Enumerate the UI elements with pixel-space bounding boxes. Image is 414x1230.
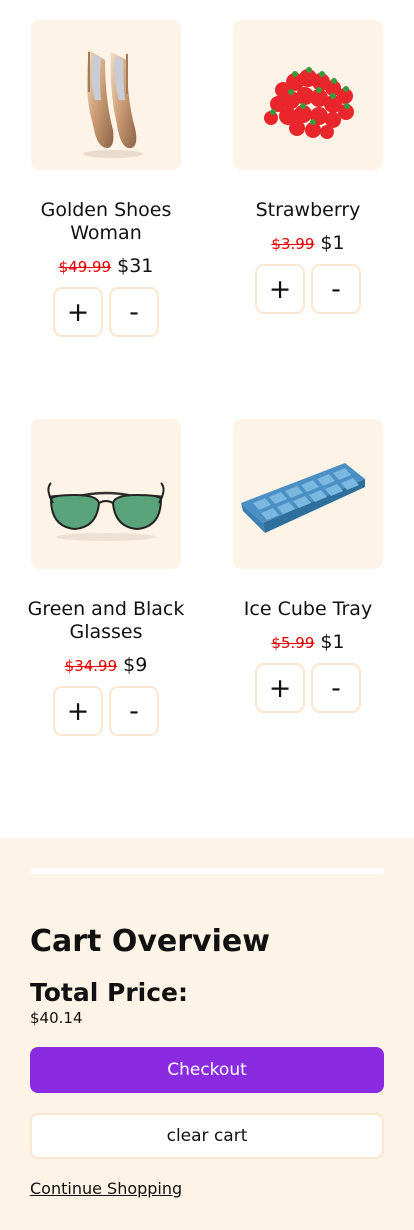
- new-price: $1: [320, 631, 345, 653]
- new-price: $9: [123, 654, 148, 676]
- decrease-quantity-button[interactable]: -: [311, 663, 361, 713]
- product-image-ice-cube-tray: [233, 419, 383, 569]
- new-price: $1: [320, 232, 345, 254]
- product-image-golden-shoes: [31, 20, 181, 170]
- product-prices: $3.99 $1: [207, 231, 409, 255]
- decrease-quantity-button[interactable]: -: [109, 686, 159, 736]
- product-name: Strawberry: [255, 199, 361, 221]
- quantity-controls: + -: [5, 287, 207, 337]
- decrease-quantity-button[interactable]: -: [311, 264, 361, 314]
- increase-quantity-button[interactable]: +: [255, 264, 305, 314]
- increase-quantity-button[interactable]: +: [53, 686, 103, 736]
- product-prices: $49.99 $31: [5, 254, 207, 278]
- clear-cart-button[interactable]: clear cart: [30, 1113, 384, 1159]
- product-image-strawberries: [233, 20, 383, 170]
- increase-quantity-button[interactable]: +: [53, 287, 103, 337]
- decrease-quantity-button[interactable]: -: [109, 287, 159, 337]
- product-grid: Golden Shoes Woman $49.99 $31 + - Strawb…: [0, 0, 414, 838]
- product-prices: $5.99 $1: [207, 630, 409, 654]
- product-card: Strawberry $3.99 $1 + -: [207, 20, 409, 314]
- product-image-sunglasses: [31, 419, 181, 569]
- checkout-button[interactable]: Checkout: [30, 1047, 384, 1093]
- quantity-controls: + -: [207, 264, 409, 314]
- product-name: Golden Shoes Woman: [40, 199, 172, 244]
- old-price: $49.99: [58, 258, 112, 276]
- product-card: Green and Black Glasses $34.99 $9 + -: [5, 419, 207, 736]
- product-card: Ice Cube Tray $5.99 $1 + -: [207, 419, 409, 713]
- cart-overview-panel: Cart Overview Total Price: $40.14 Checko…: [0, 838, 414, 1230]
- product-prices: $34.99 $9: [5, 653, 207, 677]
- total-price-value: $40.14: [30, 1009, 83, 1027]
- old-price: $3.99: [271, 235, 315, 253]
- product-card: Golden Shoes Woman $49.99 $31 + -: [5, 20, 207, 337]
- quantity-controls: + -: [207, 663, 409, 713]
- increase-quantity-button[interactable]: +: [255, 663, 305, 713]
- product-name: Ice Cube Tray: [243, 598, 373, 620]
- cart-title: Cart Overview: [30, 924, 270, 959]
- quantity-controls: + -: [5, 686, 207, 736]
- product-name: Green and Black Glasses: [27, 598, 185, 643]
- continue-shopping-link[interactable]: Continue Shopping: [30, 1179, 182, 1198]
- total-price-label: Total Price:: [30, 978, 188, 1007]
- new-price: $31: [117, 255, 154, 277]
- old-price: $34.99: [64, 657, 118, 675]
- old-price: $5.99: [271, 634, 315, 652]
- cart-divider: [30, 868, 384, 874]
